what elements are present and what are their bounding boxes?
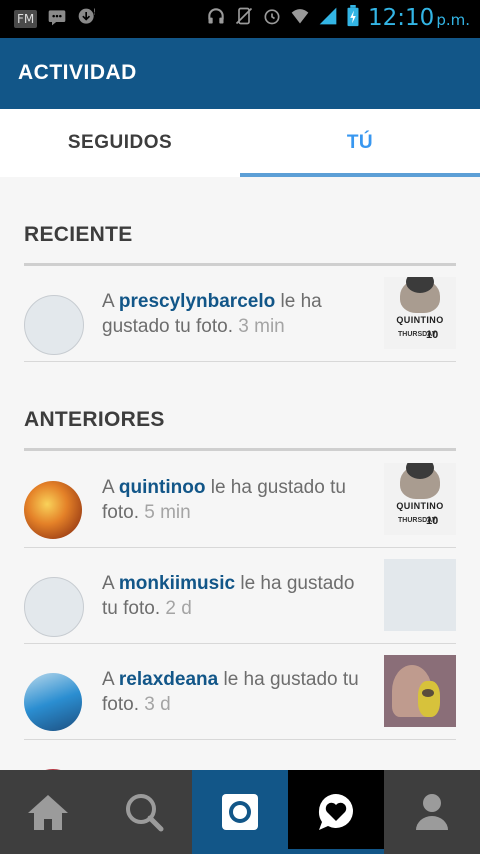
username-link[interactable]: monkiimusic <box>119 573 235 594</box>
username-link[interactable]: quintinoo <box>119 477 206 498</box>
list-item[interactable]: A monkiimusic le ha gustado tu foto. 2 d <box>24 559 456 655</box>
row-divider <box>24 643 456 644</box>
list-item[interactable]: A relaxdeana le ha gustado tu foto. 3 d <box>24 655 456 751</box>
clock-time: 12:10 <box>368 5 435 31</box>
app-header: ACTIVIDAD <box>0 38 480 109</box>
activity-text: A prescylynbarcelo le ha gustado tu foto… <box>102 289 372 339</box>
photo-thumbnail[interactable]: QUINTINO THURSDAY 10 <box>384 463 456 535</box>
section-divider <box>24 263 456 266</box>
section-divider <box>24 448 456 451</box>
activity-time: 3 d <box>144 694 171 715</box>
headphones-icon <box>206 6 226 30</box>
page-title: ACTIVIDAD <box>18 61 137 84</box>
avatar[interactable] <box>24 673 82 731</box>
photo-toy-goggles <box>422 689 434 697</box>
activity-heart-icon <box>318 794 353 830</box>
list-item[interactable] <box>24 751 456 770</box>
activity-tabs: SEGUIDOS TÚ <box>0 109 480 178</box>
activity-prefix: A <box>102 291 119 312</box>
activity-prefix: A <box>102 477 119 498</box>
activity-prefix: A <box>102 573 119 594</box>
wifi-icon <box>290 6 310 30</box>
nav-profile[interactable] <box>384 770 480 854</box>
battery-icon <box>346 5 360 31</box>
activity-time: 3 min <box>238 316 285 337</box>
svg-text:!: ! <box>93 8 96 17</box>
avatar[interactable] <box>24 481 82 539</box>
profile-icon <box>416 794 448 830</box>
activity-text: A monkiimusic le ha gustado tu foto. 2 d <box>102 571 372 621</box>
list-item[interactable]: A quintinoo le ha gustado tu foto. 5 min… <box>24 463 456 559</box>
nav-search[interactable] <box>96 770 192 854</box>
tab-you[interactable]: TÚ <box>240 109 480 177</box>
poster-title: QUINTINO <box>396 315 444 325</box>
nav-activity[interactable] <box>288 770 384 854</box>
activity-prefix: A <box>102 669 119 690</box>
section-title-earlier: ANTERIORES <box>24 408 165 431</box>
username-link[interactable]: relaxdeana <box>119 669 218 690</box>
activity-time: 2 d <box>165 598 192 619</box>
row-divider <box>24 361 456 362</box>
activity-time: 5 min <box>144 502 191 523</box>
nav-home[interactable] <box>0 770 96 854</box>
row-divider <box>24 547 456 548</box>
status-bar: FM ! 12:10 p.m. <box>0 0 480 38</box>
activity-text: A quintinoo le ha gustado tu foto. 5 min <box>102 475 372 525</box>
activity-feed[interactable]: RECIENTE A prescylynbarcelo le ha gustad… <box>0 177 480 770</box>
list-item[interactable]: A prescylynbarcelo le ha gustado tu foto… <box>24 277 456 373</box>
photo-thumbnail[interactable]: QUINTINO THURSDAY 10 <box>384 277 456 349</box>
clock-ampm: p.m. <box>436 11 470 29</box>
poster-day: 10 <box>426 329 439 341</box>
section-title-recent: RECIENTE <box>24 223 133 246</box>
username-link[interactable]: prescylynbarcelo <box>119 291 275 312</box>
camera-icon <box>222 794 258 830</box>
avatar[interactable] <box>24 577 84 637</box>
photo-thumbnail[interactable] <box>384 655 456 727</box>
bottom-navigation <box>0 770 480 854</box>
alarm-icon <box>262 6 282 30</box>
silent-icon <box>234 6 254 30</box>
search-icon <box>126 794 164 832</box>
nav-camera[interactable] <box>192 770 288 854</box>
tab-following[interactable]: SEGUIDOS <box>0 109 240 177</box>
photo-toy <box>418 681 440 717</box>
download-icon: ! <box>77 7 97 31</box>
activity-text: A relaxdeana le ha gustado tu foto. 3 d <box>102 667 372 717</box>
avatar[interactable] <box>24 295 84 355</box>
message-icon <box>47 7 67 31</box>
fm-radio-indicator: FM <box>14 10 38 28</box>
poster-day: 10 <box>426 515 439 527</box>
poster-title: QUINTINO <box>396 501 444 511</box>
photo-thumbnail[interactable] <box>384 559 456 631</box>
row-divider <box>24 739 456 740</box>
home-icon <box>28 795 68 830</box>
active-nav-indicator <box>288 849 384 854</box>
signal-icon <box>318 6 338 30</box>
